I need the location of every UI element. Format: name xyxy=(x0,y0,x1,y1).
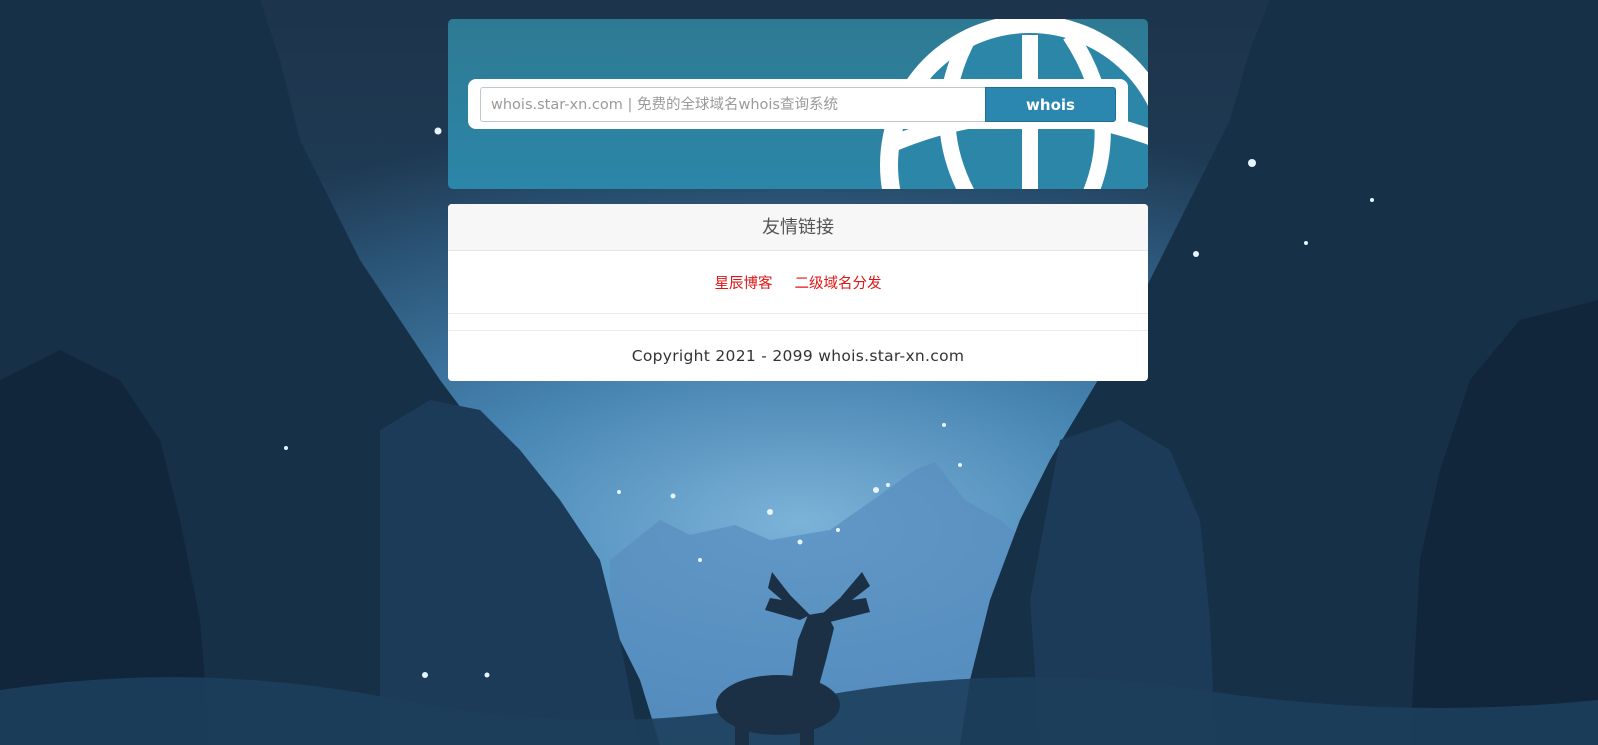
friend-link-star-blog[interactable]: 星辰博客 xyxy=(715,272,773,293)
friend-links-panel: 友情链接 星辰博客 二级域名分发 Copyright 2021 - 2099 w… xyxy=(448,204,1148,381)
friend-link-subdomain-distribution[interactable]: 二级域名分发 xyxy=(795,272,882,293)
whois-search-button[interactable]: whois xyxy=(985,87,1116,122)
search-hero: whois xyxy=(448,19,1148,189)
friend-links-title: 友情链接 xyxy=(448,204,1148,251)
search-form: whois xyxy=(468,79,1128,129)
friend-links-list: 星辰博客 二级域名分发 xyxy=(448,251,1148,314)
copyright-footer: Copyright 2021 - 2099 whois.star-xn.com xyxy=(631,347,965,365)
panel-divider xyxy=(448,314,1148,331)
domain-search-input[interactable] xyxy=(480,87,985,122)
